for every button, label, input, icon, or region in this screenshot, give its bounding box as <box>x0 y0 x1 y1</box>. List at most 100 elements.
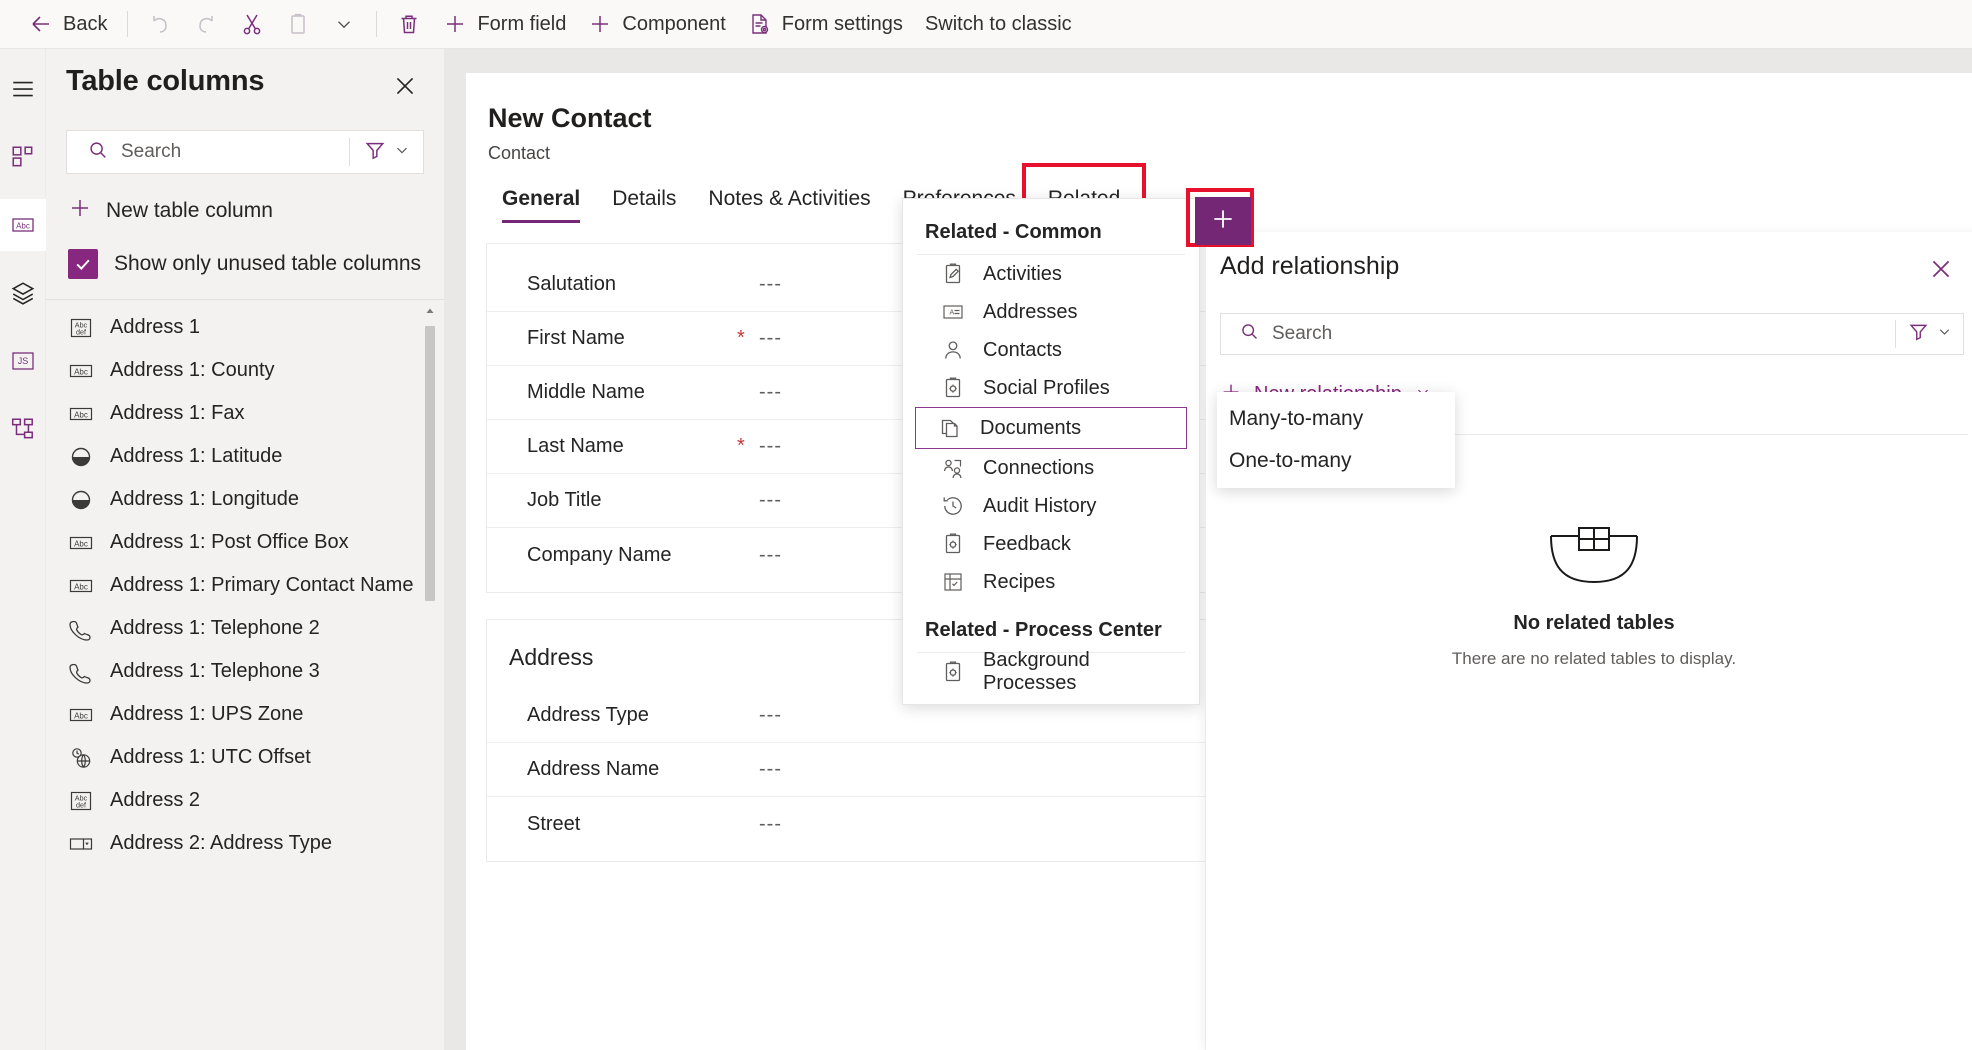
multiline-text-icon: Abc def <box>68 315 94 341</box>
back-button[interactable]: Back <box>18 5 118 43</box>
table-column-item[interactable]: Abc def Address 1 <box>46 306 444 349</box>
list-scrollbar[interactable] <box>423 304 437 1050</box>
svg-text:Abc: Abc <box>74 582 88 591</box>
field-value: --- <box>759 489 782 511</box>
relationship-search-box[interactable] <box>1221 314 1895 354</box>
undo-button[interactable] <box>137 5 183 43</box>
relationship-filter-button[interactable] <box>1896 321 1963 347</box>
checkbox-checked-icon <box>68 249 98 279</box>
table-column-item[interactable]: Abc def Address 2 <box>46 779 444 822</box>
table-column-item[interactable]: Address 1: Telephone 3 <box>46 650 444 693</box>
rail-item-components[interactable] <box>0 131 46 183</box>
rail-item-javascript[interactable]: JS <box>0 335 46 387</box>
scrollbar-thumb[interactable] <box>425 326 435 601</box>
delete-button[interactable] <box>386 5 432 43</box>
paste-button[interactable] <box>275 5 321 43</box>
related-menu-item[interactable]: A Addresses <box>917 293 1185 331</box>
related-menu-item[interactable]: Recipes <box>917 563 1185 601</box>
search-box[interactable] <box>67 131 349 173</box>
tab-details[interactable]: Details <box>596 181 692 223</box>
more-options-button[interactable] <box>321 5 367 43</box>
table-column-item[interactable]: Address 2: Address Type <box>46 822 444 865</box>
table-column-label: Address 1: Telephone 2 <box>110 617 320 639</box>
table-columns-list[interactable]: Abc def Address 1 Abc Address 1: County Ab… <box>46 300 444 1050</box>
tab-general[interactable]: General <box>486 181 596 223</box>
svg-text:Abc: Abc <box>74 711 88 720</box>
form-settings-button[interactable]: Form settings <box>737 5 914 43</box>
form-settings-label: Form settings <box>781 12 903 35</box>
add-component-button[interactable]: Component <box>577 5 736 43</box>
table-column-item[interactable]: Address 1: UTC Offset <box>46 736 444 779</box>
cut-button[interactable] <box>229 5 275 43</box>
field-value: --- <box>759 758 782 780</box>
field-value: --- <box>759 812 782 835</box>
decimal-icon <box>68 487 94 513</box>
scroll-up-arrow[interactable] <box>423 304 437 318</box>
related-menu-item[interactable]: Background Processes <box>917 649 1185 694</box>
related-menu-item[interactable]: Social Profiles <box>917 369 1185 407</box>
table-column-label: Address 1 <box>110 316 201 338</box>
related-menu-item[interactable]: Documents <box>915 407 1187 449</box>
table-column-item[interactable]: Abc Address 1: County <box>46 349 444 392</box>
redo-button[interactable] <box>183 5 229 43</box>
tree-view-icon <box>10 416 36 442</box>
add-relationship-highlight <box>1186 188 1254 247</box>
rail-item-layers[interactable] <box>0 267 46 319</box>
table-column-item[interactable]: Abc Address 1: Post Office Box <box>46 521 444 564</box>
close-icon[interactable] <box>386 67 424 110</box>
related-menu-label: Feedback <box>983 532 1071 555</box>
table-column-label: Address 1: Primary Contact Name <box>110 574 414 596</box>
paste-icon <box>286 12 310 36</box>
add-relationship-button[interactable] <box>1195 197 1251 245</box>
required-asterisk: * <box>737 435 745 457</box>
tab-notes-activities[interactable]: Notes & Activities <box>692 181 886 223</box>
relationship-search-input[interactable] <box>1272 323 1895 345</box>
new-table-column-button[interactable]: New table column <box>68 196 424 225</box>
table-column-item[interactable]: Abc Address 1: Fax <box>46 392 444 435</box>
field-value: --- <box>759 435 782 457</box>
related-process-title: Related - Process Center <box>925 619 1162 641</box>
field-label: Company Name <box>527 543 672 566</box>
page-title: New Contact <box>488 103 652 133</box>
text-icon: Abc <box>68 530 94 556</box>
table-column-item[interactable]: Address 1: Telephone 2 <box>46 607 444 650</box>
close-icon[interactable] <box>1924 252 1958 291</box>
clipboard-gear-icon <box>941 660 965 684</box>
show-unused-checkbox[interactable]: Show only unused table columns <box>68 249 424 279</box>
svg-text:Abc: Abc <box>74 539 88 548</box>
field-value: --- <box>759 327 782 349</box>
table-column-label: Address 1: Post Office Box <box>110 531 349 553</box>
table-column-item[interactable]: Abc Address 1: UPS Zone <box>46 693 444 736</box>
related-menu-item[interactable]: Feedback <box>917 525 1185 563</box>
related-menu-item[interactable]: Audit History <box>917 487 1185 525</box>
table-column-item[interactable]: Address 1: Longitude <box>46 478 444 521</box>
field-label: Middle Name <box>527 381 645 403</box>
cut-icon <box>240 12 264 36</box>
filter-icon <box>364 139 386 166</box>
rail-item-table-columns[interactable]: Abc <box>0 199 46 251</box>
relationship-type-option[interactable]: One-to-many <box>1217 440 1455 482</box>
relationship-type-option[interactable]: Many-to-many <box>1217 398 1455 440</box>
top-toolbar: Back Form field Component Form settings … <box>0 0 1972 49</box>
chevron-down-icon <box>1936 323 1953 345</box>
related-menu-item[interactable]: Connections <box>917 449 1185 487</box>
add-form-field-button[interactable]: Form field <box>432 5 577 43</box>
table-column-label: Address 1: County <box>110 359 275 381</box>
table-column-item[interactable]: Address 1: Latitude <box>46 435 444 478</box>
related-menu-item[interactable]: Activities <box>917 255 1185 293</box>
related-menu-item[interactable]: Contacts <box>917 331 1185 369</box>
table-column-label: Address 1: Longitude <box>110 488 300 510</box>
search-input[interactable] <box>121 141 349 163</box>
filter-button[interactable] <box>350 139 423 166</box>
phone-icon <box>68 659 94 685</box>
required-asterisk: * <box>737 327 745 349</box>
svg-text:def: def <box>76 327 86 336</box>
decimal-icon <box>68 444 94 470</box>
address-card-icon: A <box>941 300 965 324</box>
plus-icon <box>588 12 612 36</box>
switch-to-classic-button[interactable]: Switch to classic <box>914 5 1083 43</box>
rail-item-tree-view[interactable] <box>0 403 46 455</box>
table-column-item[interactable]: Abc Address 1: Primary Contact Name <box>46 564 444 607</box>
empty-table-icon <box>1206 502 1972 598</box>
rail-item-hamburger[interactable] <box>0 63 46 115</box>
